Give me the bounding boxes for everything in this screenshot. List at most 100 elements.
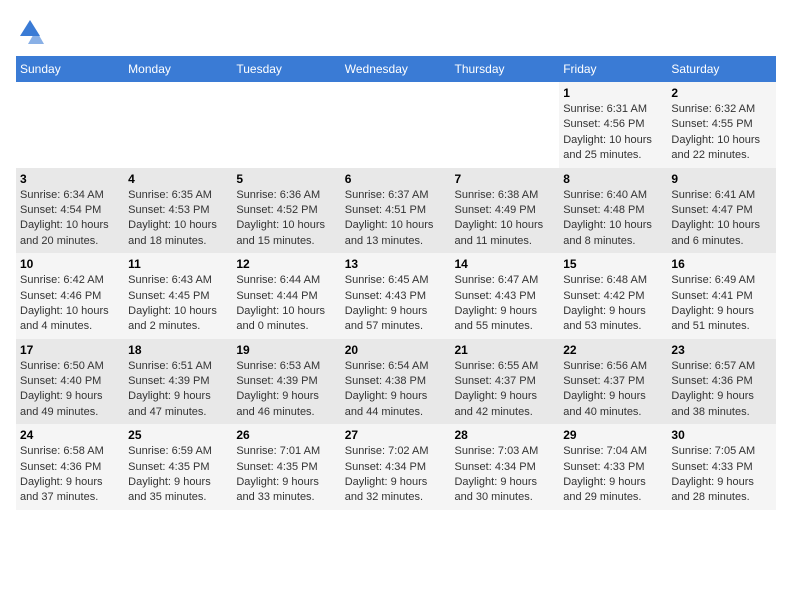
header-sunday: Sunday — [16, 56, 124, 82]
day-info: Sunrise: 6:58 AM Sunset: 4:36 PM Dayligh… — [20, 444, 120, 506]
day-cell — [232, 82, 340, 168]
day-info: Sunrise: 6:35 AM Sunset: 4:53 PM Dayligh… — [128, 188, 228, 250]
day-cell: 16Sunrise: 6:49 AM Sunset: 4:41 PM Dayli… — [667, 253, 776, 339]
day-cell: 10 Sunrise: 6:42 AM Sunset: 4:46 PM Dayli… — [16, 253, 124, 339]
day-number: 16 — [671, 257, 772, 271]
header — [16, 16, 776, 44]
day-number: 7 — [454, 172, 555, 186]
calendar-table: SundayMondayTuesdayWednesdayThursdayFrid… — [16, 56, 776, 510]
day-number: 6 — [345, 172, 447, 186]
week-row-5: 24 Sunrise: 6:58 AM Sunset: 4:36 PM Dayli… — [16, 424, 776, 510]
day-cell: 23Sunrise: 6:57 AM Sunset: 4:36 PM Dayli… — [667, 339, 776, 425]
day-cell: 2 Sunrise: 6:32 AM Sunset: 4:55 PM Daylig… — [667, 82, 776, 168]
day-info: Sunrise: 6:42 AM Sunset: 4:46 PM Dayligh… — [20, 273, 120, 335]
day-number: 18 — [128, 343, 228, 357]
day-number: 2 — [671, 86, 772, 100]
day-info: Sunrise: 6:36 AM Sunset: 4:52 PM Dayligh… — [236, 188, 336, 250]
day-info: Sunrise: 6:59 AM Sunset: 4:35 PM Dayligh… — [128, 444, 228, 506]
day-cell: 17 Sunrise: 6:50 AM Sunset: 4:40 PM Dayli… — [16, 339, 124, 425]
day-info: Sunrise: 7:04 AM Sunset: 4:33 PM Dayligh… — [563, 444, 663, 506]
day-cell: 28 Sunrise: 7:03 AM Sunset: 4:34 PM Dayli… — [450, 424, 559, 510]
day-number: 3 — [20, 172, 120, 186]
day-number: 30 — [671, 428, 772, 442]
day-number: 24 — [20, 428, 120, 442]
day-cell: 26 Sunrise: 7:01 AM Sunset: 4:35 PM Dayli… — [232, 424, 340, 510]
logo-icon — [16, 16, 44, 44]
day-number: 14 — [454, 257, 555, 271]
header-saturday: Saturday — [667, 56, 776, 82]
day-number: 22 — [563, 343, 663, 357]
day-cell: 1 Sunrise: 6:31 AM Sunset: 4:56 PM Daylig… — [559, 82, 667, 168]
day-number: 27 — [345, 428, 447, 442]
day-info: Sunrise: 6:54 AM Sunset: 4:38 PM Dayligh… — [345, 359, 447, 421]
day-info: Sunrise: 6:51 AM Sunset: 4:39 PM Dayligh… — [128, 359, 228, 421]
day-number: 25 — [128, 428, 228, 442]
day-cell: 9 Sunrise: 6:41 AM Sunset: 4:47 PM Daylig… — [667, 168, 776, 254]
day-info: Sunrise: 6:43 AM Sunset: 4:45 PM Dayligh… — [128, 273, 228, 335]
day-info: Sunrise: 6:32 AM Sunset: 4:55 PM Dayligh… — [671, 102, 772, 164]
day-number: 17 — [20, 343, 120, 357]
day-info: Sunrise: 7:03 AM Sunset: 4:34 PM Dayligh… — [454, 444, 555, 506]
day-info: Sunrise: 7:05 AM Sunset: 4:33 PM Dayligh… — [671, 444, 772, 506]
day-number: 21 — [454, 343, 555, 357]
day-cell: 19 Sunrise: 6:53 AM Sunset: 4:39 PM Dayli… — [232, 339, 340, 425]
day-cell: 30 Sunrise: 7:05 AM Sunset: 4:33 PM Dayli… — [667, 424, 776, 510]
week-row-1: 1 Sunrise: 6:31 AM Sunset: 4:56 PM Daylig… — [16, 82, 776, 168]
day-cell: 24 Sunrise: 6:58 AM Sunset: 4:36 PM Dayli… — [16, 424, 124, 510]
day-cell: 7 Sunrise: 6:38 AM Sunset: 4:49 PM Daylig… — [450, 168, 559, 254]
day-cell: 3Sunrise: 6:34 AM Sunset: 4:54 PM Daylig… — [16, 168, 124, 254]
day-info: Sunrise: 6:50 AM Sunset: 4:40 PM Dayligh… — [20, 359, 120, 421]
day-number: 9 — [671, 172, 772, 186]
day-info: Sunrise: 6:31 AM Sunset: 4:56 PM Dayligh… — [563, 102, 663, 164]
week-row-4: 17 Sunrise: 6:50 AM Sunset: 4:40 PM Dayli… — [16, 339, 776, 425]
day-info: Sunrise: 7:01 AM Sunset: 4:35 PM Dayligh… — [236, 444, 336, 506]
day-cell: 13 Sunrise: 6:45 AM Sunset: 4:43 PM Dayli… — [341, 253, 451, 339]
day-number: 8 — [563, 172, 663, 186]
day-info: Sunrise: 6:38 AM Sunset: 4:49 PM Dayligh… — [454, 188, 555, 250]
day-cell — [450, 82, 559, 168]
day-cell: 27Sunrise: 7:02 AM Sunset: 4:34 PM Dayli… — [341, 424, 451, 510]
day-cell: 5 Sunrise: 6:36 AM Sunset: 4:52 PM Daylig… — [232, 168, 340, 254]
day-info: Sunrise: 6:53 AM Sunset: 4:39 PM Dayligh… — [236, 359, 336, 421]
day-cell: 18 Sunrise: 6:51 AM Sunset: 4:39 PM Dayli… — [124, 339, 232, 425]
day-number: 4 — [128, 172, 228, 186]
day-info: Sunrise: 6:40 AM Sunset: 4:48 PM Dayligh… — [563, 188, 663, 250]
day-info: Sunrise: 6:57 AM Sunset: 4:36 PM Dayligh… — [671, 359, 772, 421]
week-row-3: 10 Sunrise: 6:42 AM Sunset: 4:46 PM Dayli… — [16, 253, 776, 339]
day-cell — [16, 82, 124, 168]
day-cell: 25 Sunrise: 6:59 AM Sunset: 4:35 PM Dayli… — [124, 424, 232, 510]
day-number: 5 — [236, 172, 336, 186]
day-info: Sunrise: 6:45 AM Sunset: 4:43 PM Dayligh… — [345, 273, 447, 335]
day-info: Sunrise: 6:48 AM Sunset: 4:42 PM Dayligh… — [563, 273, 663, 335]
day-cell: 8 Sunrise: 6:40 AM Sunset: 4:48 PM Daylig… — [559, 168, 667, 254]
day-cell: 29 Sunrise: 7:04 AM Sunset: 4:33 PM Dayli… — [559, 424, 667, 510]
header-tuesday: Tuesday — [232, 56, 340, 82]
day-info: Sunrise: 6:55 AM Sunset: 4:37 PM Dayligh… — [454, 359, 555, 421]
week-row-2: 3Sunrise: 6:34 AM Sunset: 4:54 PM Daylig… — [16, 168, 776, 254]
header-monday: Monday — [124, 56, 232, 82]
day-number: 10 — [20, 257, 120, 271]
day-number: 29 — [563, 428, 663, 442]
day-info: Sunrise: 6:37 AM Sunset: 4:51 PM Dayligh… — [345, 188, 447, 250]
day-number: 28 — [454, 428, 555, 442]
header-wednesday: Wednesday — [341, 56, 451, 82]
day-cell — [341, 82, 451, 168]
day-cell: 6 Sunrise: 6:37 AM Sunset: 4:51 PM Daylig… — [341, 168, 451, 254]
day-number: 26 — [236, 428, 336, 442]
day-cell: 20 Sunrise: 6:54 AM Sunset: 4:38 PM Dayli… — [341, 339, 451, 425]
header-thursday: Thursday — [450, 56, 559, 82]
day-number: 19 — [236, 343, 336, 357]
day-info: Sunrise: 6:47 AM Sunset: 4:43 PM Dayligh… — [454, 273, 555, 335]
day-number: 1 — [563, 86, 663, 100]
day-info: Sunrise: 6:56 AM Sunset: 4:37 PM Dayligh… — [563, 359, 663, 421]
day-cell — [124, 82, 232, 168]
day-number: 15 — [563, 257, 663, 271]
day-info: Sunrise: 6:44 AM Sunset: 4:44 PM Dayligh… — [236, 273, 336, 335]
day-info: Sunrise: 6:41 AM Sunset: 4:47 PM Dayligh… — [671, 188, 772, 250]
day-number: 13 — [345, 257, 447, 271]
day-number: 20 — [345, 343, 447, 357]
day-number: 12 — [236, 257, 336, 271]
day-cell: 4 Sunrise: 6:35 AM Sunset: 4:53 PM Daylig… — [124, 168, 232, 254]
day-cell: 22 Sunrise: 6:56 AM Sunset: 4:37 PM Dayli… — [559, 339, 667, 425]
header-friday: Friday — [559, 56, 667, 82]
